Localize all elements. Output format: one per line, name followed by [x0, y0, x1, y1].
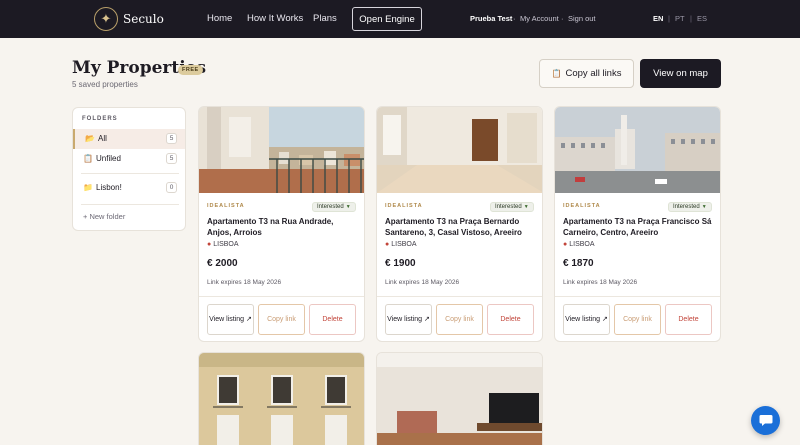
caret-down-icon: ▼	[345, 204, 351, 210]
location-pin-icon: ●	[207, 241, 212, 248]
property-photo[interactable]	[199, 353, 365, 445]
listing-city: ● LISBOA	[385, 241, 417, 248]
separator-dot: ·	[561, 14, 564, 23]
folder-divider	[81, 204, 179, 205]
city-label: LISBOA	[391, 241, 417, 248]
nav-link-how-it-works[interactable]: How It Works	[247, 13, 303, 24]
listing-source: IDEALISTA	[207, 203, 245, 209]
copy-link-button[interactable]: Copy link	[436, 304, 483, 335]
location-pin-icon: ●	[563, 241, 568, 248]
copy-link-label: Copy link	[267, 315, 296, 323]
listing-city: ● LISBOA	[563, 241, 595, 248]
card-divider	[555, 296, 720, 297]
folder-label: Unfiled	[96, 154, 121, 163]
folder-item-lisbon[interactable]: 📁 Lisbon! 0	[73, 178, 185, 198]
property-photo[interactable]	[555, 107, 721, 193]
folder-count: 5	[166, 153, 177, 164]
property-card	[198, 352, 365, 445]
status-label: Interested	[673, 204, 700, 210]
nav-link-home[interactable]: Home	[207, 13, 232, 24]
lang-en[interactable]: EN	[653, 14, 663, 23]
caret-down-icon: ▼	[523, 204, 529, 210]
folder-count: 0	[166, 182, 177, 193]
compass-logo-icon[interactable]: ✦	[94, 7, 118, 31]
folder-count: 5	[166, 133, 177, 144]
status-label: Interested	[317, 204, 344, 210]
folder-item-all[interactable]: 📂 All 5	[73, 129, 185, 149]
copy-link-label: Copy link	[445, 315, 474, 323]
city-label: LISBOA	[569, 241, 595, 248]
status-dropdown[interactable]: Interested ▼	[668, 202, 712, 212]
folders-panel: FOLDERS 📂 All 5 📋 Unfiled 5 📁 Lisbon! 0 …	[72, 107, 186, 231]
clipboard-icon: 📋	[551, 69, 562, 78]
card-divider	[199, 296, 364, 297]
copy-link-button[interactable]: Copy link	[258, 304, 305, 335]
listing-price: € 2000	[207, 258, 238, 269]
clipboard-icon: 📋	[83, 154, 93, 163]
link-expiry: Link expires 18 May 2026	[563, 279, 638, 286]
user-name: Prueba Test	[470, 14, 513, 23]
chat-button[interactable]	[751, 406, 780, 435]
lang-separator: |	[690, 14, 692, 23]
view-on-map-button[interactable]: View on map	[640, 59, 721, 88]
top-nav: ✦ Seculo Home How It Works Plans Open En…	[0, 0, 800, 38]
open-engine-button[interactable]: Open Engine	[352, 7, 422, 31]
listing-source: IDEALISTA	[563, 203, 601, 209]
city-label: LISBOA	[213, 241, 239, 248]
plan-badge: FREE	[178, 65, 203, 75]
property-card: IDEALISTA Interested ▼ Apartamento T3 na …	[198, 106, 365, 342]
listing-city: ● LISBOA	[207, 241, 239, 248]
folder-label: All	[98, 134, 107, 143]
status-dropdown[interactable]: Interested ▼	[490, 202, 534, 212]
listing-price: € 1870	[563, 258, 594, 269]
copy-link-label: Copy link	[623, 315, 652, 323]
sign-out-link[interactable]: Sign out	[568, 14, 596, 23]
delete-button[interactable]: Delete	[487, 304, 534, 335]
status-dropdown[interactable]: Interested ▼	[312, 202, 356, 212]
folder-label: Lisbon!	[96, 183, 122, 192]
lang-pt[interactable]: PT	[675, 14, 685, 23]
delete-button[interactable]: Delete	[309, 304, 356, 335]
saved-count: 5 saved properties	[72, 80, 138, 89]
listing-source: IDEALISTA	[385, 203, 423, 209]
property-photo[interactable]	[377, 107, 543, 193]
separator-dot: ·	[513, 14, 516, 23]
new-folder-button[interactable]: + New folder	[83, 212, 125, 221]
chat-bubble-icon	[759, 415, 772, 426]
listing-title: Apartamento T3 na Rua Andrade, Anjos, Ar…	[207, 217, 334, 237]
caret-down-icon: ▼	[701, 204, 707, 210]
nav-link-plans[interactable]: Plans	[313, 13, 337, 24]
folder-divider	[81, 173, 179, 174]
link-expiry: Link expires 18 May 2026	[207, 279, 282, 286]
listing-title: Apartamento T3 na Praça Francisco Sá Car…	[563, 217, 712, 237]
folders-heading: FOLDERS	[82, 116, 118, 122]
card-divider	[377, 296, 542, 297]
link-expiry: Link expires 18 May 2026	[385, 279, 460, 286]
copy-all-label: Copy all links	[565, 68, 622, 79]
folder-item-unfiled[interactable]: 📋 Unfiled 5	[73, 149, 185, 169]
view-listing-button[interactable]: View listing ↗	[207, 304, 254, 335]
location-pin-icon: ●	[385, 241, 390, 248]
my-account-link[interactable]: My Account	[520, 14, 559, 23]
property-card: IDEALISTA Interested ▼ Apartamento T3 na …	[554, 106, 721, 342]
copy-all-links-button[interactable]: 📋 Copy all links	[539, 59, 634, 88]
status-label: Interested	[495, 204, 522, 210]
listing-title: Apartamento T3 na Praça Bernardo Santare…	[385, 217, 522, 237]
folder-icon: 📁	[83, 183, 93, 192]
lang-separator: |	[668, 14, 670, 23]
property-photo[interactable]	[199, 107, 365, 193]
brand-name[interactable]: Seculo	[123, 12, 164, 26]
lang-es[interactable]: ES	[697, 14, 707, 23]
listing-price: € 1900	[385, 258, 416, 269]
view-listing-button[interactable]: View listing ↗	[385, 304, 432, 335]
property-card: IDEALISTA Interested ▼ Apartamento T3 na …	[376, 106, 543, 342]
view-listing-button[interactable]: View listing ↗	[563, 304, 610, 335]
property-card	[376, 352, 543, 445]
open-folder-icon: 📂	[85, 134, 95, 143]
property-photo[interactable]	[377, 353, 543, 445]
delete-button[interactable]: Delete	[665, 304, 712, 335]
copy-link-button[interactable]: Copy link	[614, 304, 661, 335]
